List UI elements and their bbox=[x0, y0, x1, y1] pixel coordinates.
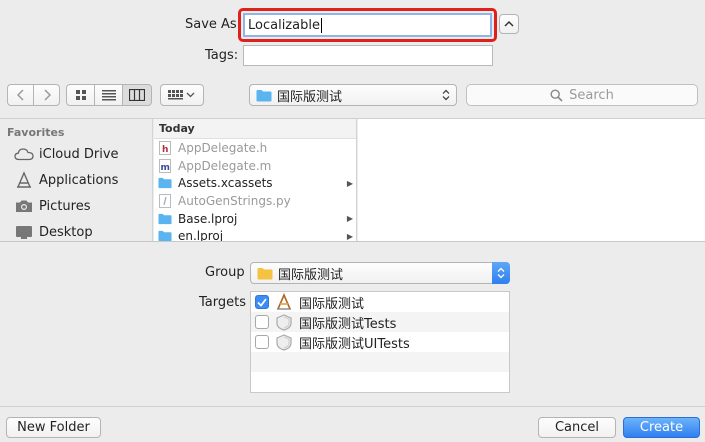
target-name: 国际版测试 bbox=[299, 296, 365, 312]
target-checkbox[interactable] bbox=[255, 335, 269, 349]
location-label: 国际版测试 bbox=[277, 89, 343, 105]
target-checkbox[interactable] bbox=[255, 295, 269, 309]
target-row[interactable]: 国际版测试 bbox=[251, 292, 509, 312]
disclosure-arrow-icon: ▶ bbox=[346, 214, 353, 224]
arrange-grid-icon bbox=[168, 90, 195, 100]
footer-divider bbox=[0, 406, 705, 407]
file-name: Base.lproj bbox=[178, 211, 238, 226]
header-file-icon: h bbox=[158, 140, 172, 155]
script-file-icon bbox=[158, 193, 172, 208]
cancel-button[interactable]: Cancel bbox=[538, 417, 616, 438]
file-column: Today h AppDelegate.h m AppDelegate.m As… bbox=[154, 119, 357, 241]
popup-arrows bbox=[492, 262, 510, 284]
group-popup[interactable]: 国际版测试 bbox=[250, 262, 510, 284]
folder-icon bbox=[158, 229, 172, 241]
save-as-label: Save As: bbox=[185, 17, 242, 32]
sidebar: Favorites iCloud Drive Applications Pict… bbox=[0, 119, 153, 241]
svg-text:h: h bbox=[162, 145, 168, 155]
desktop-icon bbox=[14, 223, 34, 241]
folder-row[interactable]: Assets.xcassets ▶ bbox=[154, 174, 356, 192]
save-as-field[interactable]: Localizable bbox=[243, 13, 492, 37]
create-button[interactable]: Create bbox=[623, 417, 700, 438]
target-checkbox[interactable] bbox=[255, 315, 269, 329]
target-name: 国际版测试UITests bbox=[299, 336, 410, 352]
target-name: 国际版测试Tests bbox=[299, 316, 397, 332]
file-name: AutoGenStrings.py bbox=[178, 193, 291, 208]
forward-button[interactable] bbox=[33, 84, 60, 106]
file-row[interactable]: AutoGenStrings.py bbox=[154, 192, 356, 210]
sidebar-item-label: Applications bbox=[39, 172, 119, 188]
new-folder-label: New Folder bbox=[17, 420, 90, 435]
test-target-icon bbox=[275, 333, 293, 351]
target-row-empty bbox=[251, 352, 509, 372]
file-name: en.lproj bbox=[178, 229, 224, 241]
collapse-button[interactable] bbox=[499, 14, 519, 34]
location-popup[interactable]: 国际版测试 bbox=[249, 84, 457, 106]
save-as-value: Localizable bbox=[248, 17, 320, 33]
file-row[interactable]: m AppDelegate.m bbox=[154, 157, 356, 175]
test-target-icon bbox=[275, 313, 293, 331]
file-name: AppDelegate.m bbox=[178, 158, 272, 173]
disclosure-arrow-icon: ▶ bbox=[346, 178, 353, 188]
camera-icon bbox=[14, 197, 34, 215]
sidebar-item-desktop[interactable]: Desktop bbox=[0, 219, 152, 241]
folder-icon bbox=[256, 89, 272, 101]
folder-row[interactable]: en.lproj ▶ bbox=[154, 227, 356, 241]
cancel-label: Cancel bbox=[554, 420, 600, 435]
list-view-icon bbox=[101, 90, 116, 101]
tags-field[interactable] bbox=[243, 45, 493, 66]
sidebar-item-icloud-drive[interactable]: iCloud Drive bbox=[0, 141, 152, 167]
search-icon bbox=[550, 88, 563, 102]
file-name: Assets.xcassets bbox=[178, 176, 273, 191]
chevron-right-icon bbox=[43, 89, 51, 101]
file-row[interactable]: h AppDelegate.h bbox=[154, 139, 356, 157]
search-placeholder: Search bbox=[569, 87, 614, 103]
chevron-left-icon bbox=[16, 89, 24, 101]
checkmark-icon bbox=[257, 297, 267, 307]
sidebar-item-label: iCloud Drive bbox=[39, 146, 119, 162]
sidebar-item-label: Pictures bbox=[39, 198, 91, 214]
search-field[interactable]: Search bbox=[466, 84, 698, 106]
browser-divider bbox=[0, 241, 705, 242]
column-heading: Today bbox=[154, 119, 356, 139]
sidebar-heading: Favorites bbox=[7, 126, 65, 139]
target-row[interactable]: 国际版测试UITests bbox=[251, 332, 509, 352]
text-cursor bbox=[320, 17, 322, 33]
targets-label: Targets bbox=[199, 295, 246, 310]
folder-icon bbox=[158, 212, 172, 226]
group-label: Group bbox=[205, 265, 245, 280]
svg-text:m: m bbox=[161, 163, 170, 173]
tags-label: Tags: bbox=[205, 48, 239, 63]
preview-pane bbox=[358, 119, 705, 241]
chevron-up-icon bbox=[504, 20, 514, 27]
folder-row[interactable]: Base.lproj ▶ bbox=[154, 210, 356, 228]
arrange-button[interactable] bbox=[160, 84, 204, 106]
new-folder-button[interactable]: New Folder bbox=[6, 417, 101, 438]
column-view-button[interactable] bbox=[122, 84, 152, 106]
folder-icon bbox=[158, 176, 172, 190]
group-value: 国际版测试 bbox=[278, 267, 344, 283]
updown-chevron-icon bbox=[497, 267, 505, 279]
sidebar-item-label: Desktop bbox=[39, 224, 93, 240]
updown-chevron-icon bbox=[442, 89, 450, 101]
sidebar-item-pictures[interactable]: Pictures bbox=[0, 193, 152, 219]
sidebar-item-applications[interactable]: Applications bbox=[0, 167, 152, 193]
source-file-icon: m bbox=[158, 158, 172, 173]
targets-list: 国际版测试 国际版测试Tests 国际版测试UITests bbox=[250, 291, 510, 393]
cloud-icon bbox=[14, 145, 34, 163]
icon-view-button[interactable] bbox=[66, 84, 95, 106]
list-view-button[interactable] bbox=[94, 84, 123, 106]
target-row[interactable]: 国际版测试Tests bbox=[251, 312, 509, 332]
disclosure-arrow-icon: ▶ bbox=[346, 231, 353, 241]
create-label: Create bbox=[639, 420, 684, 435]
icon-view-icon bbox=[75, 90, 86, 100]
folder-icon bbox=[257, 267, 273, 279]
app-target-icon bbox=[275, 293, 293, 311]
column-view-icon bbox=[129, 89, 145, 101]
applications-icon bbox=[14, 171, 34, 189]
back-button[interactable] bbox=[7, 84, 34, 106]
file-name: AppDelegate.h bbox=[178, 140, 268, 155]
